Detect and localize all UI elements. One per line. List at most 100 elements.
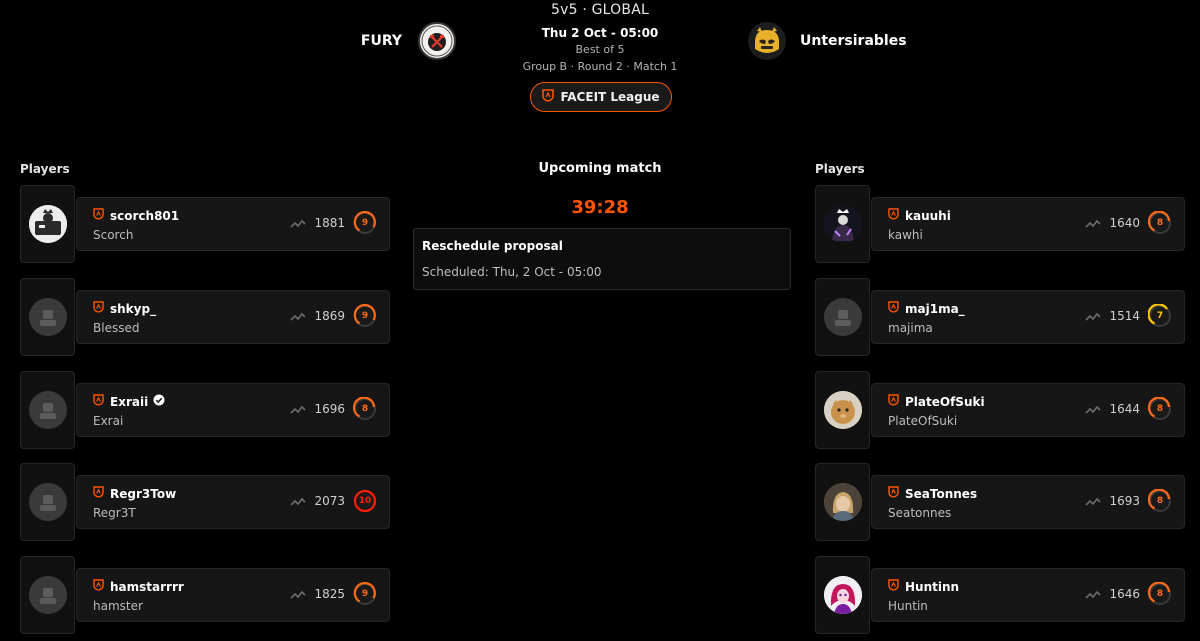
- match-format: Best of 5: [575, 43, 625, 56]
- player-game-name: Scorch: [93, 228, 134, 242]
- trend-icon: [290, 400, 307, 419]
- player-elo: 1646: [1109, 587, 1140, 601]
- player-avatar-box[interactable]: [815, 371, 870, 449]
- player-game-name: Blessed: [93, 321, 140, 335]
- avatar[interactable]: [823, 205, 862, 243]
- faceit-shield-icon: [888, 486, 899, 501]
- player-avatar-box[interactable]: [20, 463, 75, 541]
- player-elo: 2073: [314, 494, 345, 508]
- game-mode: 5v5 · GLOBAL: [550, 2, 649, 18]
- match-room-page: 5v5 · GLOBAL FURY Untersirables Thu 2 Oc…: [0, 0, 1200, 641]
- player-nickname[interactable]: SeaTonnes: [905, 487, 977, 501]
- skill-level-icon: 8: [1148, 211, 1172, 235]
- skill-level-icon: 9: [353, 304, 377, 328]
- skill-level: 9: [361, 311, 369, 321]
- faceit-league-button[interactable]: FACEIT League: [530, 82, 672, 112]
- default-avatar-icon[interactable]: [28, 576, 67, 614]
- player-nickname[interactable]: shkyp_: [110, 302, 156, 316]
- faceit-shield-icon: [93, 579, 104, 594]
- skill-level-icon: 8: [1148, 489, 1172, 513]
- player-avatar-box[interactable]: [20, 371, 75, 449]
- player-avatar-box[interactable]: [815, 556, 870, 634]
- trend-icon: [1085, 307, 1102, 326]
- skill-level-icon: 10: [353, 489, 377, 513]
- skill-level-icon: 8: [1148, 582, 1172, 606]
- match-date: Thu 2 Oct - 05:00: [541, 26, 659, 40]
- faceit-shield-icon: [888, 394, 899, 409]
- player-card[interactable]: Huntinn Huntin 1646 8: [871, 568, 1185, 622]
- player-game-name: Regr3T: [93, 506, 136, 520]
- faceit-shield-icon: [888, 301, 899, 316]
- player-card[interactable]: PlateOfSuki PlateOfSuki 1644 8: [871, 383, 1185, 437]
- player-card[interactable]: Exraii Exrai 1696 8: [76, 383, 390, 437]
- player-nickname[interactable]: PlateOfSuki: [905, 395, 985, 409]
- player-card[interactable]: Regr3Tow Regr3T 2073 10: [76, 475, 390, 529]
- skill-level: 8: [361, 404, 369, 414]
- player-elo: 1881: [314, 216, 345, 230]
- faceit-shield-icon: [542, 89, 555, 105]
- player-elo: 1696: [314, 402, 345, 416]
- skill-level: 9: [361, 589, 369, 599]
- right-players-title: Players: [815, 162, 865, 176]
- skill-level-icon: 7: [1148, 304, 1172, 328]
- player-elo: 1869: [314, 309, 345, 323]
- player-card[interactable]: kauuhi kawhi 1640 8: [871, 197, 1185, 251]
- player-elo: 1825: [314, 587, 345, 601]
- faceit-shield-icon: [93, 394, 104, 409]
- player-nickname[interactable]: hamstarrrr: [110, 580, 184, 594]
- trend-icon: [290, 585, 307, 604]
- player-nickname[interactable]: kauuhi: [905, 209, 951, 223]
- verified-check-icon: [153, 394, 165, 409]
- player-elo: 1693: [1109, 494, 1140, 508]
- match-group-round: Group B · Round 2 · Match 1: [522, 60, 678, 73]
- player-avatar-box[interactable]: [20, 556, 75, 634]
- player-game-name: majima: [888, 321, 933, 335]
- player-elo: 1644: [1109, 402, 1140, 416]
- league-label: FACEIT League: [560, 90, 660, 104]
- trend-icon: [1085, 400, 1102, 419]
- default-avatar-icon[interactable]: [823, 298, 862, 336]
- player-card[interactable]: hamstarrrr hamster 1825 9: [76, 568, 390, 622]
- player-game-name: Seatonnes: [888, 506, 952, 520]
- skill-level-icon: 8: [353, 397, 377, 421]
- player-game-name: kawhi: [888, 228, 923, 242]
- player-card[interactable]: SeaTonnes Seatonnes 1693 8: [871, 475, 1185, 529]
- faceit-shield-icon: [93, 486, 104, 501]
- faceit-shield-icon: [93, 301, 104, 316]
- player-nickname[interactable]: Huntinn: [905, 580, 959, 594]
- player-game-name: Exrai: [93, 414, 124, 428]
- player-nickname[interactable]: Regr3Tow: [110, 487, 176, 501]
- reschedule-proposal-panel[interactable]: Reschedule proposal Scheduled: Thu, 2 Oc…: [413, 228, 791, 290]
- player-game-name: PlateOfSuki: [888, 414, 958, 428]
- skill-level: 8: [1156, 218, 1164, 228]
- skill-level-icon: 8: [1148, 397, 1172, 421]
- player-avatar-box[interactable]: [815, 278, 870, 356]
- default-avatar-icon[interactable]: [28, 483, 67, 521]
- faceit-shield-icon: [888, 208, 899, 223]
- skill-level: 7: [1156, 311, 1164, 321]
- upcoming-match-title: Upcoming match: [538, 161, 662, 176]
- reschedule-scheduled-text: Scheduled: Thu, 2 Oct - 05:00: [422, 265, 602, 279]
- default-avatar-icon[interactable]: [28, 391, 67, 429]
- trend-icon: [290, 492, 307, 511]
- default-avatar-icon[interactable]: [28, 298, 67, 336]
- trend-icon: [1085, 492, 1102, 511]
- player-nickname[interactable]: maj1ma_: [905, 302, 965, 316]
- player-avatar-box[interactable]: [815, 185, 870, 263]
- player-card[interactable]: maj1ma_ majima 1514 7: [871, 290, 1185, 344]
- skill-level: 8: [1156, 404, 1164, 414]
- faceit-shield-icon: [888, 579, 899, 594]
- trend-icon: [290, 307, 307, 326]
- player-game-name: Huntin: [888, 599, 928, 613]
- skill-level: 8: [1156, 589, 1164, 599]
- avatar[interactable]: [823, 576, 862, 614]
- player-elo: 1514: [1109, 309, 1140, 323]
- player-avatar-box[interactable]: [20, 278, 75, 356]
- avatar[interactable]: [823, 483, 862, 521]
- avatar[interactable]: [823, 391, 862, 429]
- trend-icon: [1085, 214, 1102, 233]
- player-avatar-box[interactable]: [815, 463, 870, 541]
- player-game-name: hamster: [93, 599, 143, 613]
- player-nickname[interactable]: Exraii: [110, 395, 148, 409]
- player-card[interactable]: shkyp_ Blessed 1869 9: [76, 290, 390, 344]
